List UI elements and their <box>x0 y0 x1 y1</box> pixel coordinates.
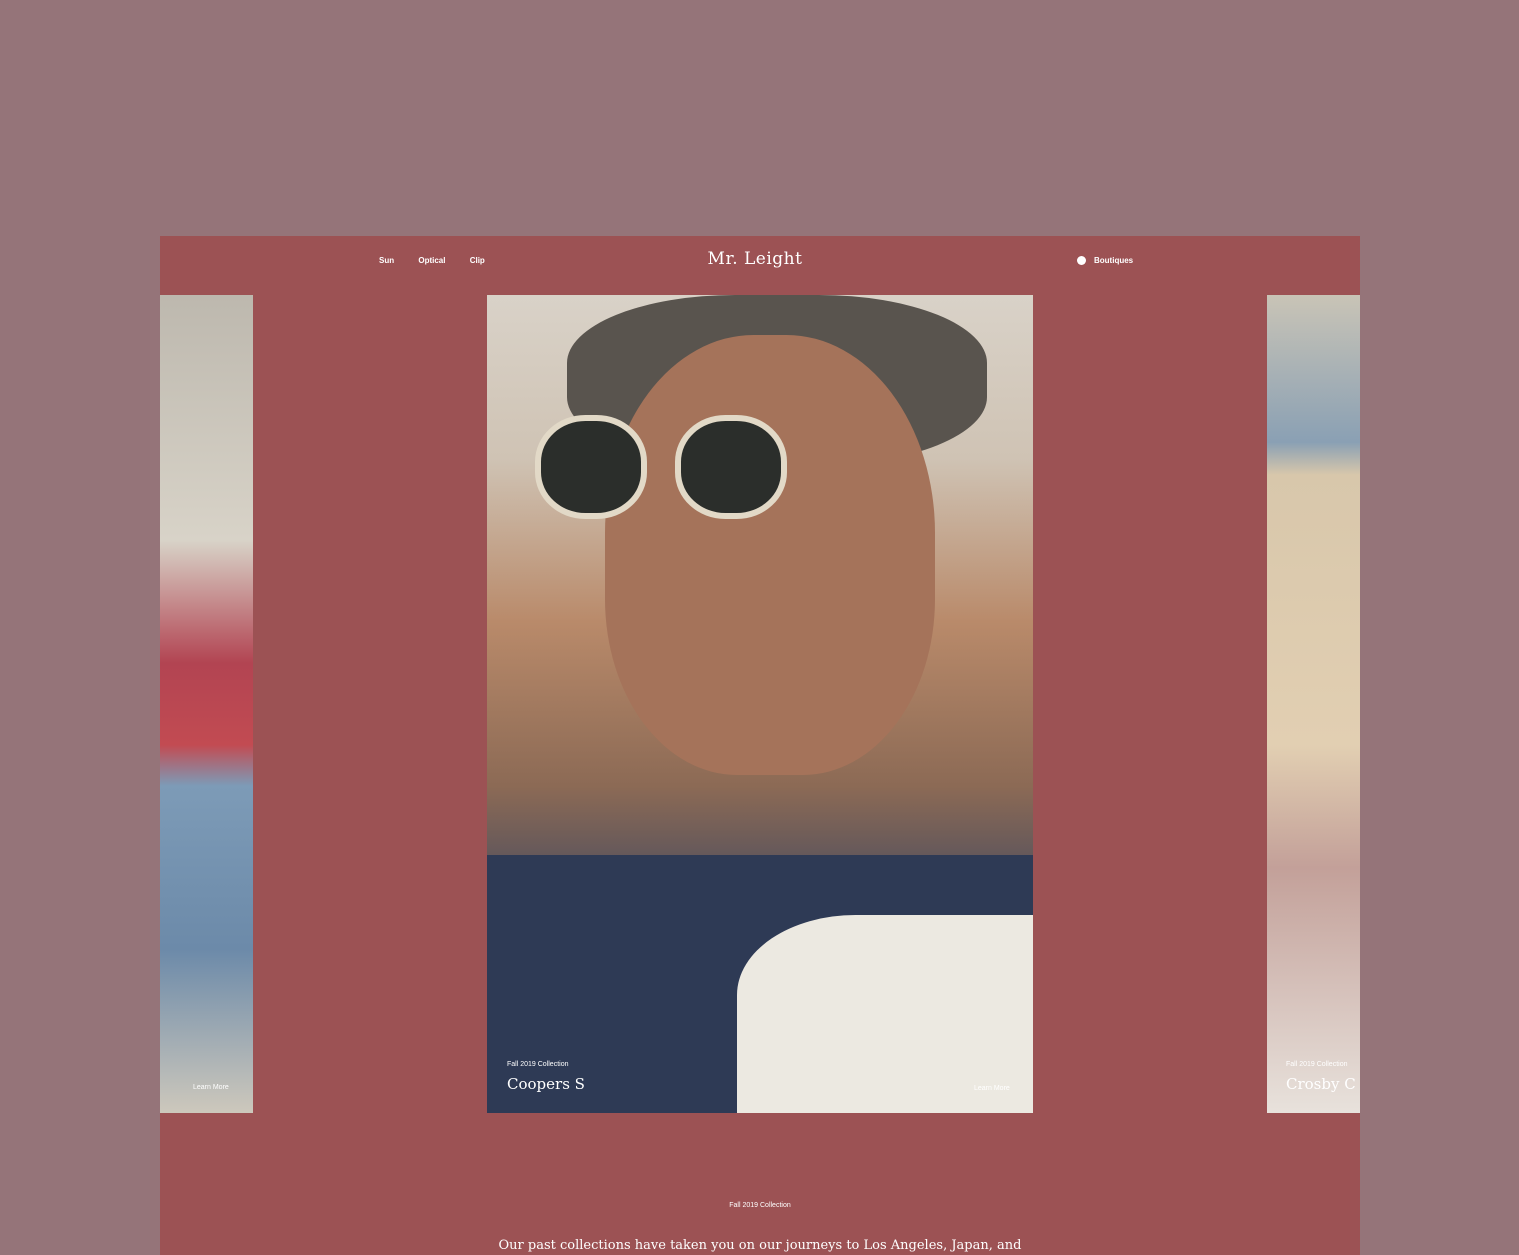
page-frame: Sun Optical Clip Mr. Leight Boutiques Le… <box>160 236 1360 1255</box>
location-dot-icon <box>1077 256 1086 265</box>
site-logo[interactable]: Mr. Leight <box>160 249 1350 269</box>
learn-more-link-prev[interactable]: Learn More <box>193 1084 229 1091</box>
photo-face <box>605 335 935 775</box>
collection-label: Fall 2019 Collection <box>507 1061 569 1068</box>
sunglasses-image <box>535 415 795 519</box>
learn-more-link[interactable]: Learn More <box>974 1085 1010 1092</box>
section-label: Fall 2019 Collection <box>729 1202 791 1209</box>
collection-label-next: Fall 2019 Collection <box>1286 1061 1348 1068</box>
carousel-slide-next[interactable]: Fall 2019 Collection Crosby C <box>1267 295 1360 1113</box>
product-title: Coopers S <box>507 1075 585 1093</box>
boutiques-label: Boutiques <box>1094 256 1134 265</box>
product-title-next: Crosby C <box>1286 1075 1356 1093</box>
section-text: Our past collections have taken you on o… <box>498 1238 1022 1253</box>
carousel-slide-current[interactable]: Fall 2019 Collection Coopers S Learn Mor… <box>487 295 1033 1113</box>
photo-tank <box>737 915 1033 1113</box>
carousel-slide-prev[interactable]: Learn More <box>160 295 253 1113</box>
boutiques-link[interactable]: Boutiques <box>1077 256 1133 265</box>
